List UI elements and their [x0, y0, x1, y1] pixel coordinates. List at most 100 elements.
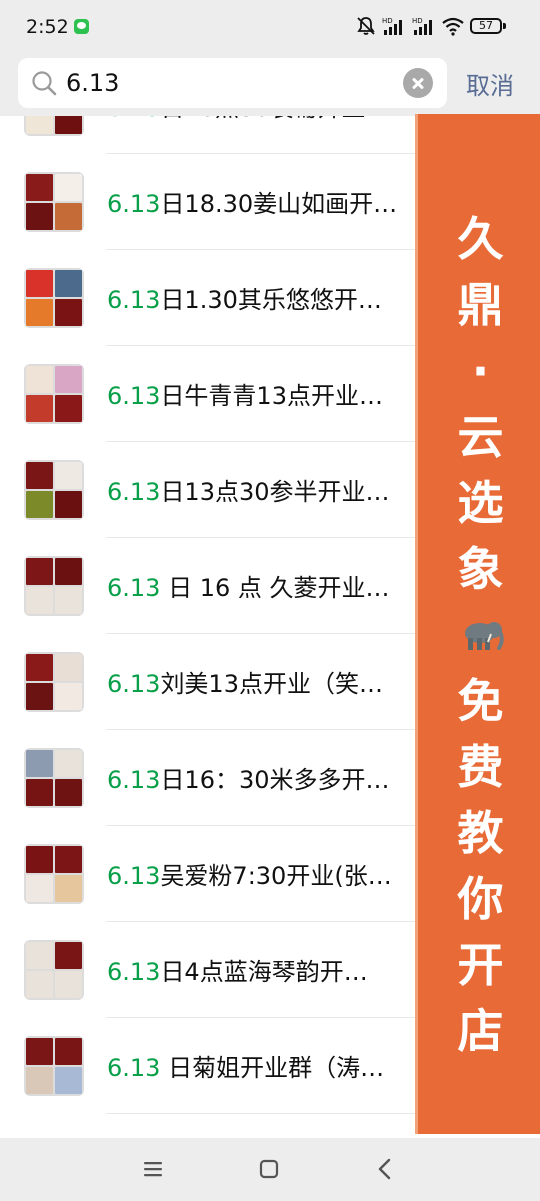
search-box[interactable] — [18, 58, 447, 108]
wechat-notification-icon — [74, 19, 89, 34]
avatar-tile — [55, 1067, 82, 1094]
match-highlight: 6.13 — [107, 670, 161, 698]
chat-title-rest: 吴爱粉7:30开业(张… — [160, 862, 392, 890]
avatar-tile — [26, 203, 53, 230]
group-avatar — [24, 748, 84, 808]
group-avatar — [24, 116, 84, 136]
status-icons: HD HD 57 — [356, 16, 506, 36]
avatar-tile — [26, 491, 53, 518]
avatar-tile — [26, 174, 53, 201]
signal-icon-2: HD — [412, 17, 432, 35]
wifi-icon — [442, 17, 464, 36]
match-highlight: 6.13 — [107, 116, 160, 122]
group-avatar — [24, 652, 84, 712]
status-bar: 2:52 HD HD 57 — [0, 0, 540, 54]
match-highlight: 6.13 — [107, 382, 161, 410]
group-avatar — [24, 1036, 84, 1096]
avatar-tile — [55, 491, 82, 518]
avatar-tile — [55, 683, 82, 710]
avatar-tile — [55, 750, 82, 777]
match-highlight: 6.13 — [107, 766, 161, 794]
match-highlight: 6.13 — [107, 190, 161, 218]
mute-bell-icon — [357, 17, 375, 35]
avatar-tile — [55, 875, 82, 902]
banner-char: 开 — [457, 938, 504, 992]
avatar-tile — [55, 846, 82, 873]
battery-icon: 57 — [470, 18, 506, 34]
match-highlight: 6.13 — [107, 1054, 161, 1082]
avatar-tile — [26, 1038, 53, 1065]
avatar-tile — [26, 750, 53, 777]
avatar-tile — [26, 942, 53, 969]
banner-char: 选 — [457, 476, 504, 530]
clear-icon[interactable] — [403, 68, 433, 98]
chat-title-rest: 日18.30姜山如画开… — [160, 190, 398, 218]
avatar-tile — [55, 462, 82, 489]
avatar-tile — [55, 942, 82, 969]
chat-title-rest: 日牛青青13点开业… — [160, 382, 383, 410]
chat-title-rest: 日菊姐开业群（涛… — [160, 1054, 385, 1082]
avatar-tile — [26, 558, 53, 585]
match-highlight: 6.13 — [107, 286, 161, 314]
avatar-tile — [55, 116, 82, 134]
banner-text: 久鼎 · 云选象免费教你开店 — [418, 206, 540, 1064]
chat-title-rest: 日 16 点 久菱开业… — [160, 574, 390, 602]
avatar-tile — [26, 299, 53, 326]
search-icon — [32, 71, 57, 96]
svg-text:HD: HD — [412, 17, 423, 25]
banner-char: 店 — [457, 1004, 504, 1058]
avatar-tile — [26, 654, 53, 681]
banner-char: 鼎 — [457, 278, 504, 332]
banner-char: 久 — [457, 212, 504, 266]
avatar-tile — [55, 587, 82, 614]
group-avatar — [24, 364, 84, 424]
search-input[interactable] — [66, 58, 396, 108]
banner-char: · — [471, 344, 490, 398]
svg-text:HD: HD — [382, 17, 393, 25]
chat-title-rest: 日4点蓝海琴韵开… — [160, 958, 368, 986]
menu-icon[interactable] — [142, 1158, 164, 1180]
status-time: 2:52 — [26, 16, 69, 38]
avatar-tile — [55, 366, 82, 393]
avatar-tile — [26, 875, 53, 902]
battery-level: 57 — [470, 18, 502, 34]
avatar-tile — [55, 971, 82, 998]
group-avatar — [24, 844, 84, 904]
chat-title-rest: 日13点30参半开业… — [160, 478, 390, 506]
banner-char: 免 — [457, 674, 504, 728]
back-icon[interactable] — [374, 1157, 396, 1181]
avatar-tile — [26, 1067, 53, 1094]
search-page: 2:52 HD HD 57 6.13 取消 6.13日18.30姜山如画开… 6… — [0, 0, 540, 1201]
match-highlight: 6.13 — [107, 478, 161, 506]
chat-title: 6.13日20点30袁葡开业… — [107, 116, 412, 123]
chat-title-rest: 日20点30袁葡开业… — [160, 116, 389, 122]
side-ad-banner[interactable]: 久鼎 · 云选象免费教你开店 — [415, 114, 540, 1134]
avatar-tile — [26, 779, 53, 806]
cancel-button[interactable]: 取消 — [466, 66, 514, 101]
chat-title: 6.13日18.30姜山如画开… — [107, 184, 412, 219]
home-icon[interactable] — [258, 1158, 280, 1180]
chat-title-rest: 日1.30其乐悠悠开… — [160, 286, 382, 314]
chat-title: 6.13日13点30参半开业… — [107, 472, 412, 507]
avatar-tile — [26, 116, 53, 134]
avatar-tile — [26, 395, 53, 422]
banner-char: 费 — [457, 740, 504, 794]
avatar-tile — [55, 174, 82, 201]
match-highlight: 6.13 — [107, 862, 161, 890]
chat-title: 6.13日牛青青13点开业… — [107, 376, 412, 411]
group-avatar — [24, 556, 84, 616]
chat-title: 6.13日16：30米多多开… — [107, 760, 412, 795]
chat-title-rest: 刘美13点开业（笑… — [160, 670, 383, 698]
match-highlight: 6.13 — [107, 958, 161, 986]
chat-title: 6.13日1.30其乐悠悠开… — [107, 280, 412, 315]
avatar-tile — [55, 203, 82, 230]
avatar-tile — [26, 846, 53, 873]
chat-title: 6.13 日 16 点 久菱开业… — [107, 568, 412, 603]
avatar-tile — [55, 1038, 82, 1065]
chat-title: 6.13刘美13点开业（笑… — [107, 664, 412, 699]
avatar-tile — [26, 270, 53, 297]
avatar-tile — [26, 366, 53, 393]
match-highlight: 6.13 — [107, 574, 161, 602]
banner-char: 教 — [457, 806, 504, 860]
banner-char: 象 — [457, 542, 504, 596]
